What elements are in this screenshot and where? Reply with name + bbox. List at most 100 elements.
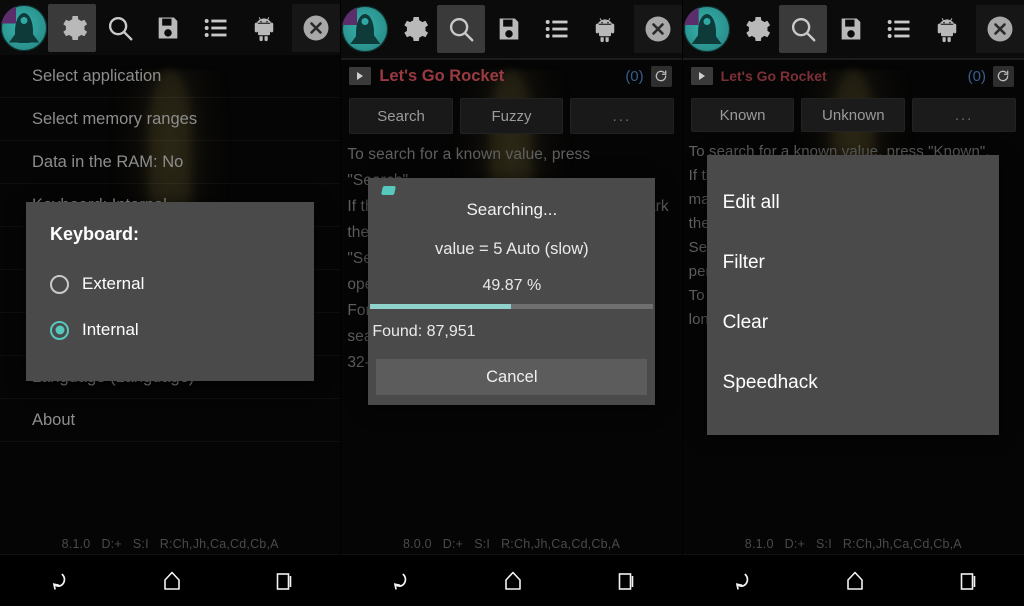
screenshot-triptych: Select application Select memory ranges … — [0, 0, 1024, 606]
status-version: 8.0.0 — [402, 537, 432, 551]
gear-icon[interactable] — [731, 5, 779, 53]
status-s: S:I — [816, 537, 832, 551]
known-button[interactable]: Known — [690, 98, 795, 132]
dialog-title: Searching... — [466, 200, 558, 219]
refresh-icon[interactable] — [992, 65, 1014, 87]
android-icon[interactable] — [923, 5, 971, 53]
save-icon[interactable] — [827, 5, 875, 53]
close-icon[interactable] — [975, 5, 1024, 53]
back-icon[interactable] — [728, 568, 754, 594]
toolbar — [682, 0, 1024, 58]
status-version: 8.1.0 — [744, 537, 774, 551]
status-r: R:Ch,Jh,Ca,Cd,Cb,A — [842, 537, 962, 551]
recents-icon[interactable] — [273, 569, 295, 593]
status-d: D:+ — [442, 537, 464, 551]
status-version-bar: 8.1.0 D:+ S:I R:Ch,Jh,Ca,Cd,Cb,A — [0, 533, 340, 555]
found-count: Found: 87,951 — [372, 323, 476, 340]
flag-icon — [381, 186, 397, 195]
close-icon[interactable] — [633, 5, 682, 53]
search-icon[interactable] — [437, 5, 486, 53]
home-icon[interactable] — [161, 569, 183, 593]
settings-row-about[interactable]: About — [0, 399, 341, 442]
status-version-bar: 8.1.0 D:+ S:I R:Ch,Jh,Ca,Cd,Cb,A — [683, 533, 1024, 555]
toolbar — [0, 0, 341, 55]
app-title: Let's Go Rocket — [379, 66, 505, 85]
radio-label: External — [82, 274, 145, 293]
recents-icon[interactable] — [615, 569, 637, 593]
status-s: S:I — [474, 537, 491, 551]
search-icon[interactable] — [96, 4, 144, 52]
app-icon[interactable] — [683, 5, 731, 53]
menu-item-clear[interactable]: Clear — [707, 293, 999, 353]
list-icon[interactable] — [533, 5, 581, 53]
status-d: D:+ — [784, 537, 806, 551]
save-icon[interactable] — [485, 5, 533, 53]
status-r: R:Ch,Jh,Ca,Cd,Cb,A — [501, 537, 620, 551]
settings-row-select-application[interactable]: Select application — [0, 55, 341, 98]
dialog-title: Keyboard: — [50, 224, 140, 244]
toolbar — [341, 0, 682, 58]
gear-icon[interactable] — [48, 3, 96, 52]
home-icon[interactable] — [502, 569, 524, 593]
radio-label: Internal — [82, 320, 139, 339]
status-d: D:+ — [101, 537, 122, 551]
app-icon[interactable] — [341, 5, 389, 53]
android-icon[interactable] — [240, 4, 288, 52]
back-icon[interactable] — [45, 568, 71, 594]
context-menu: Edit all Filter Clear Speedhack — [706, 155, 999, 435]
search-value-text: value = 5 Auto (slow) — [435, 240, 589, 258]
result-count: (0) — [967, 67, 986, 85]
search-icon[interactable] — [778, 5, 827, 53]
settings-row-select-memory-ranges[interactable]: Select memory ranges — [0, 98, 341, 141]
keyboard-dialog: Keyboard: External Internal — [26, 202, 314, 381]
close-icon[interactable] — [292, 3, 341, 52]
home-icon[interactable] — [844, 569, 866, 593]
unknown-button[interactable]: Unknown — [801, 98, 906, 132]
search-button[interactable]: Search — [349, 98, 453, 134]
list-icon[interactable] — [192, 4, 240, 52]
menu-item-filter[interactable]: Filter — [707, 233, 999, 293]
settings-row-data-in-ram[interactable]: Data in the RAM: No — [0, 141, 341, 184]
radio-icon-selected[interactable] — [50, 320, 69, 340]
radio-icon[interactable] — [50, 274, 69, 294]
save-icon[interactable] — [144, 4, 192, 52]
panel-settings: Select application Select memory ranges … — [0, 0, 342, 606]
settings-row-label: Data in the RAM: No — [32, 152, 184, 171]
status-version: 8.1.0 — [61, 537, 91, 551]
result-count: (0) — [625, 67, 644, 85]
navigation-bar — [0, 554, 341, 606]
help-line: To search for a known value, press — [347, 146, 591, 163]
fuzzy-button[interactable]: Fuzzy — [459, 98, 564, 134]
status-r: R:Ch,Jh,Ca,Cd,Cb,A — [159, 537, 279, 551]
navigation-bar — [682, 554, 1024, 606]
radio-option-internal[interactable]: Internal — [50, 311, 290, 349]
app-icon[interactable] — [0, 4, 48, 52]
more-options-button[interactable]: ... — [912, 98, 1016, 132]
more-options-button[interactable]: ... — [570, 98, 674, 134]
cancel-button[interactable]: Cancel — [376, 359, 648, 395]
refresh-icon[interactable] — [650, 65, 672, 87]
progress-percent: 49.87 % — [482, 277, 542, 294]
back-icon[interactable] — [386, 568, 412, 594]
play-icon[interactable] — [349, 67, 372, 85]
menu-item-edit-all[interactable]: Edit all — [707, 173, 999, 233]
list-icon[interactable] — [875, 5, 923, 53]
panel-context-menu: Let's Go Rocket (0) Known Unknown ... To… — [682, 0, 1024, 606]
app-header: Let's Go Rocket (0) — [341, 60, 681, 92]
app-title: Let's Go Rocket — [720, 68, 827, 84]
status-version-bar: 8.0.0 D:+ S:I R:Ch,Jh,Ca,Cd,Cb,A — [341, 533, 681, 555]
action-button-row: Search Fuzzy ... — [341, 92, 681, 134]
radio-option-external[interactable]: External — [50, 265, 290, 303]
settings-row-label: Select memory ranges — [32, 109, 198, 128]
searching-dialog: Searching... value = 5 Auto (slow) 49.87… — [368, 178, 656, 405]
status-s: S:I — [132, 537, 149, 551]
gear-icon[interactable] — [389, 5, 437, 53]
settings-row-label: About — [32, 410, 76, 429]
progress-bar — [370, 304, 654, 309]
android-icon[interactable] — [581, 5, 629, 53]
menu-item-speedhack[interactable]: Speedhack — [707, 353, 999, 413]
play-icon[interactable] — [690, 67, 713, 85]
action-button-row: Known Unknown ... — [683, 92, 1024, 132]
panel-search-progress: Let's Go Rocket (0) Search Fuzzy ... To … — [341, 0, 683, 606]
recents-icon[interactable] — [957, 569, 979, 593]
